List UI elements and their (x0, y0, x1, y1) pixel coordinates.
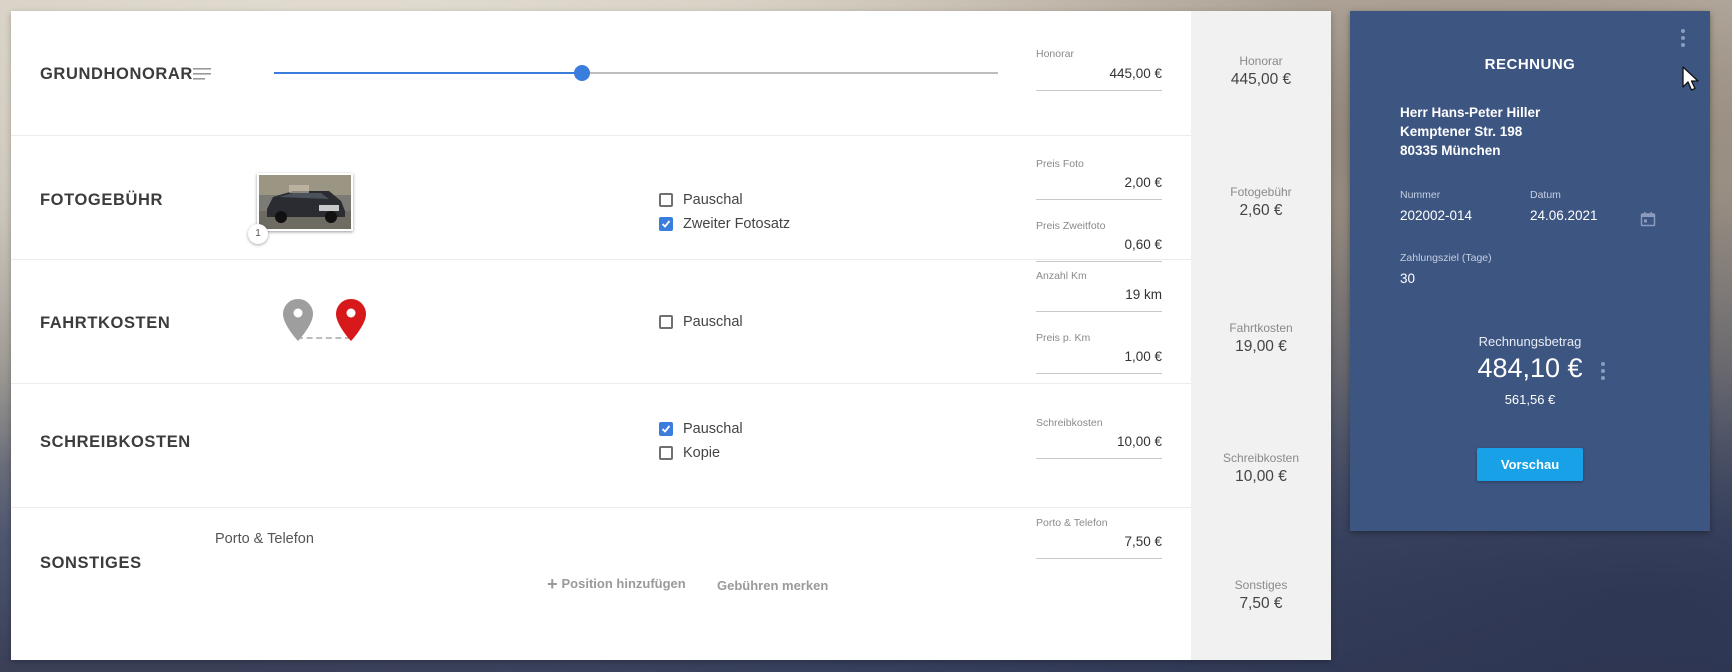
field-label: Preis Foto (1036, 158, 1084, 170)
amount-label: Rechnungsbetrag (1478, 334, 1582, 349)
summary-label: Schreibkosten (1222, 451, 1300, 465)
checkbox-zweiter-fotosatz[interactable]: Zweiter Fotosatz (659, 216, 790, 232)
vehicle-photo-thumbnail[interactable] (257, 173, 353, 231)
invoice-title: RECHNUNG (1484, 56, 1576, 73)
checkbox-box[interactable] (659, 217, 673, 231)
summary-value: 2,60 € (1239, 202, 1283, 219)
schreibkosten-field[interactable]: Schreibkosten 10,00 € (1036, 417, 1162, 459)
add-position-label: Position hinzufügen (561, 576, 686, 591)
summary-column: Honorar 445,00 € Fotogebühr 2,60 € Fahrt… (1191, 11, 1331, 660)
summary-sonstiges: Sonstiges 7,50 € (1191, 578, 1331, 613)
field-label: Porto & Telefon (1036, 517, 1108, 529)
summary-label: Honorar (1239, 54, 1283, 68)
checkbox-box[interactable] (659, 315, 673, 329)
checkbox-box[interactable] (659, 422, 673, 436)
field-value: 10,00 € (1116, 434, 1162, 449)
position-label: Porto & Telefon (215, 531, 314, 547)
field-value: 0,60 € (1124, 237, 1162, 252)
porto-telefon-field[interactable]: Porto & Telefon 7,50 € (1036, 517, 1162, 559)
invoice-number[interactable]: 202002-014 (1400, 208, 1472, 223)
more-vert-icon[interactable] (1601, 362, 1605, 383)
summary-label: Fahrtkosten (1229, 321, 1293, 335)
field-value: 19 km (1125, 287, 1162, 302)
field-label: Preis Zweitfoto (1036, 220, 1106, 232)
calendar-icon[interactable] (1640, 211, 1656, 232)
payment-term[interactable]: 30 (1400, 271, 1415, 286)
gross-amount: 561,56 € (1504, 392, 1556, 407)
row-title: SCHREIBKOSTEN (40, 433, 191, 451)
row-title: GRUNDHONORAR (40, 65, 193, 83)
field-value: 1,00 € (1124, 349, 1162, 364)
summary-honorar: Honorar 445,00 € (1191, 54, 1331, 89)
checkbox-pauschal[interactable]: Pauschal (659, 314, 743, 330)
anzahl-km-field[interactable]: Anzahl Km 19 km (1036, 270, 1162, 312)
number-label: Nummer (1400, 189, 1441, 201)
row-title: FAHRTKOSTEN (40, 314, 171, 332)
summary-label: Sonstiges (1234, 578, 1288, 592)
address-line: Herr Hans-Peter Hiller (1400, 105, 1541, 120)
slider-handle[interactable] (573, 65, 590, 81)
mouse-cursor-icon (1682, 66, 1700, 97)
summary-fotogebuehr: Fotogebühr 2,60 € (1191, 185, 1331, 220)
field-value: 2,00 € (1124, 175, 1162, 190)
summary-value: 7,50 € (1239, 595, 1283, 612)
preis-zweitfoto-field[interactable]: Preis Zweitfoto 0,60 € (1036, 220, 1162, 262)
checkbox-label: Pauschal (683, 192, 743, 208)
field-label: Anzahl Km (1036, 270, 1087, 282)
field-value: 7,50 € (1124, 534, 1162, 549)
remember-fees-button[interactable]: Gebühren merken (717, 578, 828, 593)
honorar-field[interactable]: Honorar 445,00 € (1036, 48, 1162, 91)
honorar-slider[interactable] (274, 65, 998, 81)
invoice-amount: 484,10 € (1477, 353, 1583, 383)
checkbox-label: Pauschal (683, 314, 743, 330)
summary-value: 19,00 € (1235, 338, 1287, 355)
address-line: Kemptener Str. 198 (1400, 124, 1523, 139)
row-fotogebuehr: FOTOGEBÜHR 1 Pauschal Zweiter Fotosatz P… (11, 135, 1191, 262)
row-grundhonorar: GRUNDHONORAR Honorar 445,00 € (11, 11, 1191, 136)
checkbox-kopie[interactable]: Kopie (659, 445, 720, 461)
preis-pro-km-field[interactable]: Preis p. Km 1,00 € (1036, 332, 1162, 374)
summary-value: 10,00 € (1235, 468, 1287, 485)
summary-value: 445,00 € (1230, 71, 1292, 88)
menu-lines-icon[interactable] (193, 67, 211, 81)
row-title: SONSTIGES (40, 554, 142, 572)
checkbox-label: Kopie (683, 445, 721, 461)
address-line: 80335 München (1400, 143, 1501, 158)
photo-count-badge: 1 (248, 224, 268, 244)
checkbox-box[interactable] (659, 193, 673, 207)
recipient-address: Herr Hans-Peter Hiller Kemptener Str. 19… (1400, 103, 1540, 160)
row-sonstiges: SONSTIGES Porto & Telefon Porto & Telefo… (11, 507, 1191, 660)
field-label: Honorar (1036, 48, 1074, 60)
plus-icon: + (547, 573, 558, 594)
slider-fill (274, 72, 582, 74)
invoice-date[interactable]: 24.06.2021 (1530, 208, 1598, 223)
field-label: Preis p. Km (1036, 332, 1091, 344)
summary-label: Fotogebühr (1230, 185, 1292, 199)
checkbox-label: Zweiter Fotosatz (683, 216, 791, 232)
origin-location-pin-icon[interactable] (283, 299, 313, 346)
date-label: Datum (1530, 189, 1561, 201)
destination-location-pin-icon[interactable] (336, 299, 366, 346)
summary-fahrtkosten: Fahrtkosten 19,00 € (1191, 321, 1331, 356)
checkbox-pauschal[interactable]: Pauschal (659, 192, 743, 208)
preview-button[interactable]: Vorschau (1477, 448, 1583, 481)
summary-schreibkosten: Schreibkosten 10,00 € (1191, 451, 1331, 486)
field-label: Schreibkosten (1036, 417, 1103, 429)
more-vert-icon[interactable] (1681, 29, 1685, 50)
payment-term-label: Zahlungsziel (Tage) (1400, 252, 1492, 264)
row-fahrtkosten: FAHRTKOSTEN Pauschal Anzahl Km 19 km Pre… (11, 259, 1191, 384)
checkbox-box[interactable] (659, 446, 673, 460)
row-schreibkosten: SCHREIBKOSTEN Pauschal Kopie Schreibkost… (11, 383, 1191, 508)
row-title: FOTOGEBÜHR (40, 191, 164, 209)
checkbox-label: Pauschal (683, 421, 743, 437)
checkbox-pauschal[interactable]: Pauschal (659, 421, 743, 437)
field-value: 445,00 € (1109, 66, 1162, 81)
add-position-button[interactable]: + Position hinzufügen (547, 573, 686, 594)
fee-editor-card: GRUNDHONORAR Honorar 445,00 € FOTOGEBÜHR (11, 11, 1331, 660)
preis-foto-field[interactable]: Preis Foto 2,00 € (1036, 158, 1162, 200)
invoice-panel: RECHNUNG Herr Hans-Peter Hiller Kemptene… (1350, 11, 1710, 531)
